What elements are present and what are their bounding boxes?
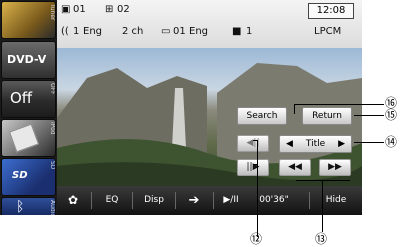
source-off-button[interactable]: Off OFF — [1, 80, 56, 118]
audio-number: 1 — [73, 26, 80, 37]
disp-button[interactable]: Disp — [134, 186, 174, 215]
rewind-button[interactable]: ◀◀ — [279, 159, 311, 176]
title-next-icon[interactable]: ▶ — [338, 136, 345, 152]
chapter-icon: ⊞ — [105, 4, 114, 15]
source-sd-card-label: SD — [12, 170, 28, 181]
callout-15: ⑮ — [385, 108, 398, 122]
next-page-arrow-icon[interactable]: ➔ — [177, 186, 211, 215]
source-ipod-button[interactable]: iPod — [1, 119, 56, 157]
subtitle-language: Eng — [189, 26, 209, 37]
angle-icon: ■ — [232, 26, 242, 37]
divider — [175, 192, 176, 209]
callout-14-line — [354, 142, 384, 143]
title-icon: ▣ — [61, 4, 71, 15]
slow-reverse-button[interactable]: ◀|| — [237, 135, 269, 152]
divider — [132, 192, 133, 209]
source-audio-label: Audio — [49, 200, 56, 215]
av-screen: Tuner DVD-V Off OFF iPod SD SD ᛒ Audio ▣… — [0, 0, 362, 215]
source-tuner-button[interactable]: Tuner — [1, 1, 56, 39]
info-header: ▣ 01 ⊞ 02 12:08 (( 1 Eng 2 ch ▭ 01 Eng ■… — [57, 0, 362, 48]
divider — [91, 192, 92, 209]
slow-forward-button[interactable]: ||▶ — [237, 159, 269, 176]
callout-12: ⑫ — [250, 232, 263, 246]
source-dvd-button[interactable]: DVD-V — [1, 41, 56, 79]
callout-12-line — [257, 140, 258, 237]
title-prev-icon[interactable]: ◀ — [286, 136, 293, 152]
play-pause-button[interactable]: ▶/II — [215, 186, 247, 215]
source-tuner-label: Tuner — [49, 4, 56, 21]
bluetooth-icon: ᛒ — [16, 199, 25, 215]
title-label: Title — [305, 139, 326, 149]
source-bar: Tuner DVD-V Off OFF iPod SD SD ᛒ Audio — [0, 0, 57, 215]
clock: 12:08 — [308, 3, 354, 19]
search-button[interactable]: Search — [237, 107, 287, 125]
hide-button[interactable]: Hide — [311, 186, 361, 215]
divider — [213, 192, 214, 209]
title-selector[interactable]: ◀ Title ▶ — [279, 135, 352, 153]
eq-button[interactable]: EQ — [93, 186, 131, 215]
callout-14: ⑭ — [385, 135, 398, 149]
callout-12-line — [253, 164, 257, 165]
callout-13-line — [296, 180, 350, 181]
video-area[interactable]: Search Return ◀|| ◀ Title ▶ ||▶ ◀◀ ▶▶ — [57, 48, 362, 186]
ipod-icon — [8, 123, 40, 153]
angle-number: 1 — [246, 26, 253, 37]
source-off-label: Off — [10, 89, 33, 107]
callout-16-line — [294, 104, 295, 114]
settings-icon[interactable]: ✿ — [57, 186, 89, 215]
subtitle-icon: ▭ — [161, 26, 171, 37]
source-sd-label: SD — [49, 161, 56, 170]
audio-channels: 2 ch — [122, 26, 144, 37]
source-dvd-label: DVD-V — [7, 53, 47, 66]
bottom-bar: ✿ EQ Disp ➔ ▶/II 00'36" Hide — [57, 186, 362, 215]
callout-12-line — [253, 140, 257, 141]
chapter-number: 02 — [117, 4, 130, 15]
divider — [309, 192, 310, 209]
callout-13-line — [322, 180, 323, 232]
callout-13: ⑬ — [315, 232, 328, 246]
source-bluetooth-button[interactable]: ᛒ Audio — [1, 197, 56, 215]
subtitle-number: 01 — [173, 26, 186, 37]
audio-format: LPCM — [314, 26, 342, 37]
audio-icon: (( — [61, 26, 69, 37]
fast-forward-button[interactable]: ▶▶ — [319, 159, 351, 176]
source-off-side-label: OFF — [49, 83, 56, 95]
source-sd-button[interactable]: SD SD — [1, 158, 56, 196]
callout-15-line — [354, 115, 384, 116]
audio-language: Eng — [83, 26, 103, 37]
source-ipod-label: iPod — [49, 122, 56, 135]
title-number: 01 — [73, 4, 86, 15]
return-button[interactable]: Return — [302, 107, 352, 125]
callout-16-line — [294, 104, 384, 105]
